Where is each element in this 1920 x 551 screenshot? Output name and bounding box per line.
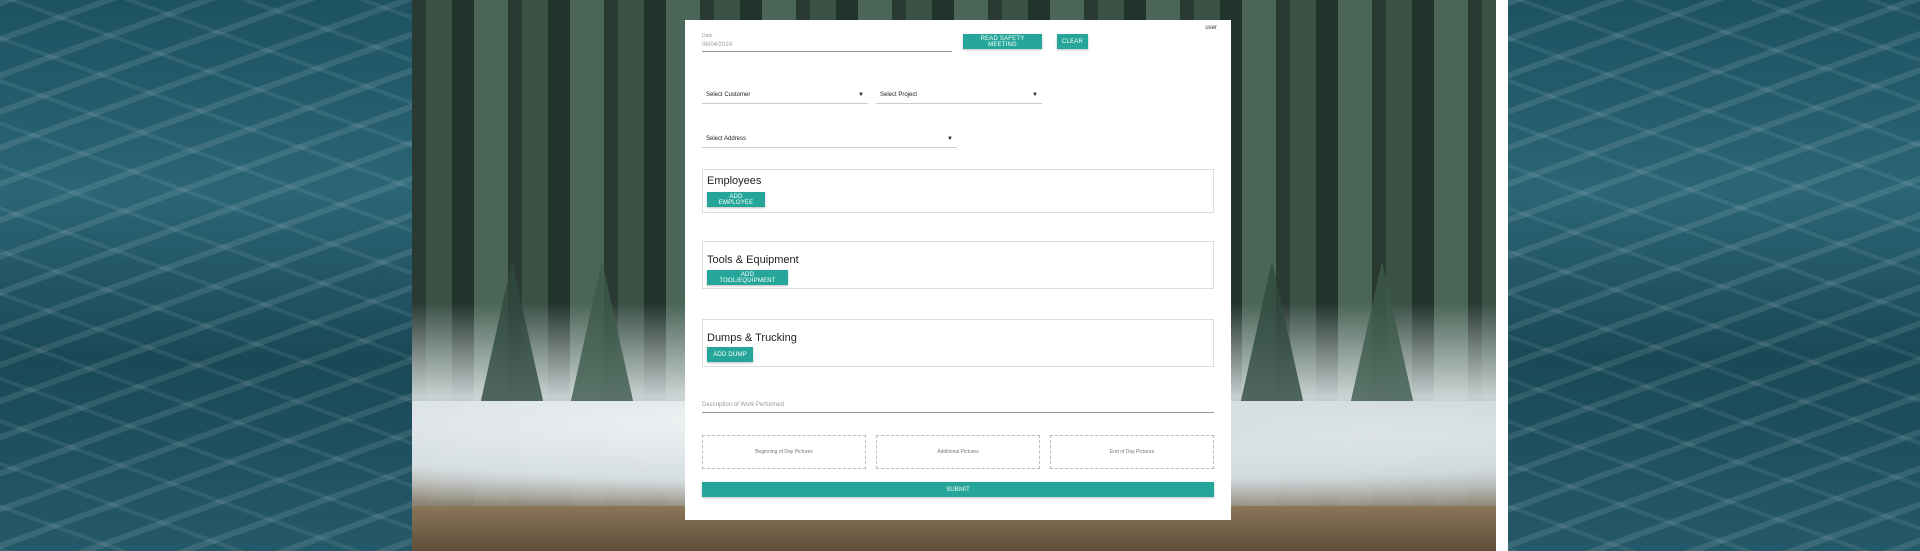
project-select[interactable]: Select Project ▼ <box>876 86 1042 104</box>
project-select-value: Select Project <box>880 91 918 98</box>
background-water-left <box>0 0 412 551</box>
tools-equipment-section: Tools & Equipment ADD TOOL/EQUIPMENT <box>702 241 1214 289</box>
chevron-down-icon: ▼ <box>1032 91 1038 98</box>
clear-button[interactable]: CLEAR <box>1057 34 1088 49</box>
additional-pictures-label: Additional Pictures <box>937 449 979 455</box>
beginning-pictures-dropzone[interactable]: Beginning of Day Pictures <box>702 435 866 469</box>
beginning-pictures-label: Beginning of Day Pictures <box>755 449 813 455</box>
background-water-right <box>1508 0 1920 551</box>
end-pictures-dropzone[interactable]: End of Day Pictures <box>1050 435 1214 469</box>
employees-heading: Employees <box>707 175 762 187</box>
chevron-down-icon: ▼ <box>858 91 864 98</box>
description-input[interactable]: Description of Work Performed <box>702 402 1214 413</box>
customer-select[interactable]: Select Customer ▼ <box>702 86 868 104</box>
chevron-down-icon: ▼ <box>947 135 953 142</box>
add-employee-button[interactable]: ADD EMPLOYEE <box>707 192 765 207</box>
end-pictures-label: End of Day Pictures <box>1109 449 1155 455</box>
read-safety-meeting-button[interactable]: READ SAFETY MEETING <box>963 34 1042 49</box>
add-dump-button[interactable]: ADD DUMP <box>707 347 753 362</box>
user-label[interactable]: user <box>1205 25 1217 31</box>
date-field[interactable]: Date 06/04/2024 <box>702 33 952 52</box>
date-input[interactable]: 06/04/2024 <box>702 39 952 52</box>
address-select[interactable]: Select Address ▼ <box>702 130 957 148</box>
dumps-trucking-heading: Dumps & Trucking <box>707 332 797 344</box>
submit-button[interactable]: SUBMIT <box>702 482 1214 497</box>
customer-select-value: Select Customer <box>706 91 751 98</box>
tools-equipment-heading: Tools & Equipment <box>707 254 799 266</box>
employees-section: Employees ADD EMPLOYEE <box>702 169 1214 213</box>
add-tool-equipment-button[interactable]: ADD TOOL/EQUIPMENT <box>707 270 788 285</box>
additional-pictures-dropzone[interactable]: Additional Pictures <box>876 435 1040 469</box>
dumps-trucking-section: Dumps & Trucking ADD DUMP <box>702 319 1214 367</box>
daily-report-form: user Date 06/04/2024 READ SAFETY MEETING… <box>685 20 1231 520</box>
address-select-value: Select Address <box>706 135 747 142</box>
